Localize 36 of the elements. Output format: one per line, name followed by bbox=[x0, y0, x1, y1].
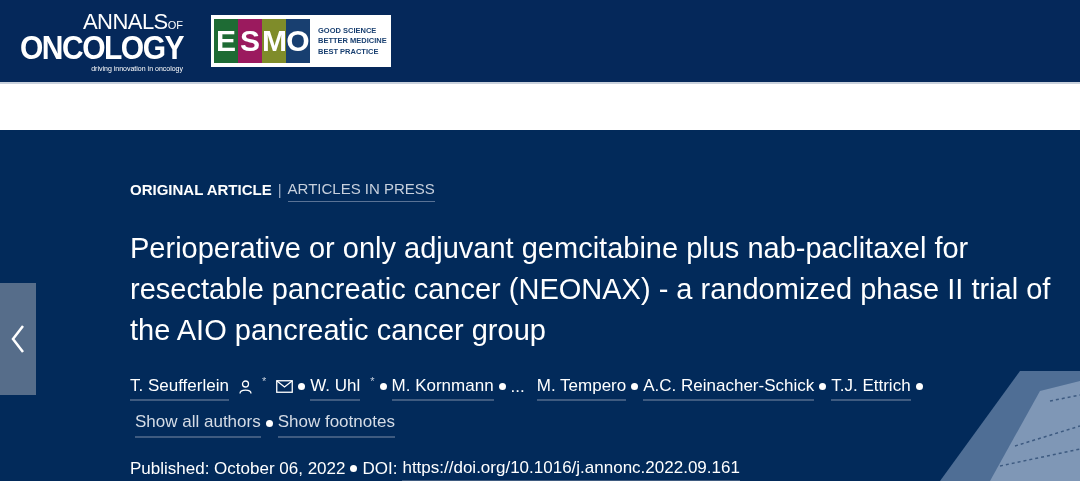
author-link[interactable]: W. Uhl bbox=[310, 372, 361, 401]
author-link[interactable]: T.J. Ettrich bbox=[831, 372, 911, 401]
ellipsis-text: ... bbox=[510, 376, 525, 398]
published-date: Published: October 06, 2022 bbox=[130, 457, 346, 480]
bullet-icon bbox=[265, 419, 273, 427]
status-link[interactable]: ARTICLES IN PRESS bbox=[287, 178, 435, 202]
divider-text: | bbox=[277, 179, 282, 200]
previous-button[interactable] bbox=[0, 283, 36, 395]
author-link[interactable]: A.C. Reinacher-Schick bbox=[643, 372, 815, 401]
article-category: ORIGINAL ARTICLE bbox=[130, 179, 272, 200]
footnote-mark[interactable]: * bbox=[261, 372, 267, 389]
chevron-left-icon bbox=[11, 324, 25, 354]
author-link[interactable]: M. Kornmann bbox=[391, 372, 494, 401]
logo-letter: M bbox=[262, 19, 286, 63]
logo-text: ONCOLOGY bbox=[20, 31, 183, 64]
logo-letter: S bbox=[238, 19, 262, 63]
bullet-icon bbox=[298, 383, 306, 391]
author-link[interactable]: T. Seufferlein bbox=[130, 372, 229, 401]
footnote-mark[interactable]: * bbox=[370, 372, 375, 389]
bullet-icon bbox=[350, 464, 358, 472]
logo-text: OF bbox=[167, 19, 183, 31]
logo-letter: E bbox=[214, 19, 238, 63]
author-toggle-link[interactable]: Show all authors bbox=[135, 409, 261, 438]
bullet-icon bbox=[915, 383, 923, 391]
logo-text: ANNALS bbox=[83, 10, 168, 33]
doi-label: DOI: bbox=[362, 457, 398, 480]
bullet-icon bbox=[819, 383, 827, 391]
article-title: Perioperative or only adjuvant gemcitabine plus nab-paclitaxel for resectable pancreatic cancer (NEONAX) - a randomized phase II trial of the AIO pancreatic cancer group bbox=[130, 230, 1052, 348]
author-link[interactable]: M. Tempero bbox=[536, 372, 627, 401]
doi-link[interactable]: https://doi.org/10.1016/j.annonc.2022.09.161 bbox=[402, 454, 740, 481]
logo-letter: O bbox=[286, 19, 310, 63]
bullet-icon bbox=[631, 383, 639, 391]
bullet-icon bbox=[379, 383, 387, 391]
author-toggle-link[interactable]: Show footnotes bbox=[277, 409, 395, 438]
mail-icon[interactable] bbox=[276, 380, 294, 394]
bullet-icon bbox=[498, 383, 506, 391]
